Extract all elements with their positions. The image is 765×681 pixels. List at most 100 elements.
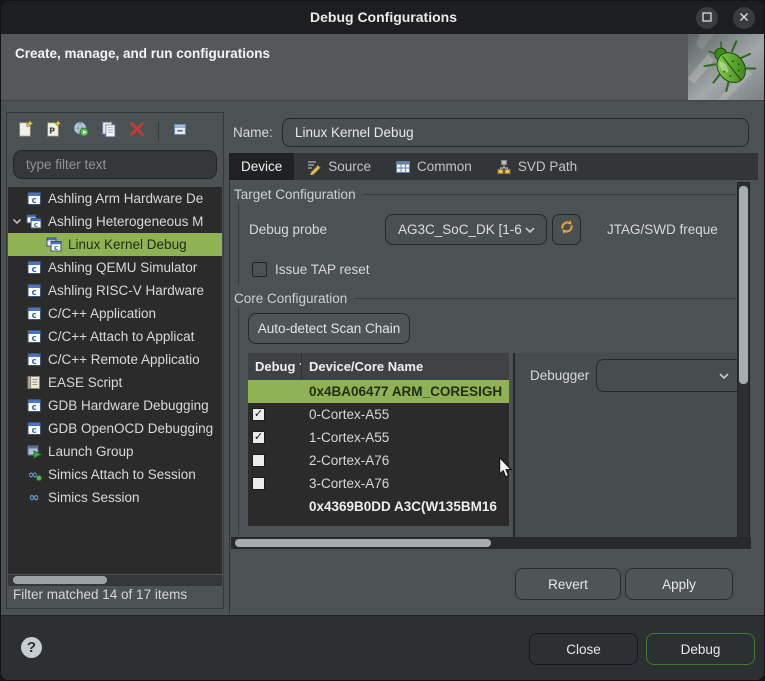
tab-source[interactable]: Source <box>294 153 383 180</box>
tree-item-label: Simics Session <box>48 490 140 505</box>
issue-tap-reset-label: Issue TAP reset <box>275 262 370 277</box>
filter-input[interactable] <box>13 150 217 179</box>
svg-text:c: c <box>32 311 37 321</box>
tree-item-launch-group[interactable]: Launch Group <box>8 440 222 463</box>
device-core-name-cell: 2-Cortex-A76 <box>302 449 509 472</box>
content-horizontal-scrollbar[interactable] <box>231 537 751 549</box>
tree-item-simics-session[interactable]: ∞Simics Session <box>8 486 222 509</box>
core-debug-checkbox[interactable] <box>252 454 265 467</box>
tree-item-label: C/C++ Application <box>48 306 156 321</box>
tree-item-simics-attach-to-session[interactable]: ∞Simics Attach to Session <box>8 463 222 486</box>
collapse-all-button[interactable] <box>170 121 190 141</box>
revert-button[interactable]: Revert <box>515 568 621 600</box>
apply-button[interactable]: Apply <box>625 568 733 600</box>
tree-scrollbar-thumb[interactable] <box>13 576 107 584</box>
maximize-button[interactable] <box>696 7 718 29</box>
table-row-0x4369b0dd-a3c-w135bm16[interactable]: 0x4369B0DD A3C(W135BM16 <box>248 495 509 518</box>
table-row-2-cortex-a76[interactable]: 2-Cortex-A76 <box>248 449 509 472</box>
core-debug-checkbox[interactable]: ✓ <box>252 408 265 421</box>
tree-item-c-c-remote-applicatio[interactable]: cC/C++ Remote Applicatio <box>8 348 222 371</box>
new-prototype-icon: P <box>44 120 62 143</box>
tab-label: Device <box>241 159 282 174</box>
debugger-select[interactable] <box>596 359 741 392</box>
refresh-probes-button[interactable] <box>552 214 581 245</box>
delete-button[interactable] <box>127 121 147 141</box>
vertical-scrollbar-thumb[interactable] <box>739 186 748 384</box>
tree-item-label: Launch Group <box>48 444 134 459</box>
chevron-down-icon <box>524 222 536 237</box>
common-icon <box>395 159 411 175</box>
tree-item-label: GDB OpenOCD Debugging <box>48 421 213 436</box>
debug-checkbox-cell <box>248 380 302 403</box>
group-border <box>238 203 239 285</box>
device-core-name-cell: 0x4369B0DD A3C(W135BM16 <box>302 495 509 518</box>
column-device-core-name[interactable]: Device/Core Name <box>302 353 509 380</box>
tree-item-ashling-arm-hardware-de[interactable]: cAshling Arm Hardware De <box>8 187 222 210</box>
new-configuration-button[interactable] <box>15 121 35 141</box>
tree-item-label: C/C++ Remote Applicatio <box>48 352 200 367</box>
tree-item-ashling-risc-v-hardware[interactable]: cAshling RISC-V Hardware <box>8 279 222 302</box>
svg-text:c: c <box>34 221 38 229</box>
close-button[interactable] <box>733 7 755 29</box>
table-row-0-cortex-a55[interactable]: ✓0-Cortex-A55 <box>248 403 509 426</box>
expander-chevron-icon[interactable] <box>8 218 26 225</box>
svg-text:c: c <box>32 426 37 436</box>
new-prototype-button[interactable]: P <box>43 121 63 141</box>
export-button[interactable] <box>71 121 91 141</box>
c-application-icon: c <box>26 306 42 321</box>
debug-probe-value: AG3C_SoC_DK [1-6 <box>398 222 524 237</box>
core-debug-checkbox[interactable] <box>252 477 265 490</box>
close-icon <box>739 9 749 27</box>
core-debug-checkbox[interactable]: ✓ <box>252 431 265 444</box>
content-vertical-scrollbar[interactable] <box>737 182 750 545</box>
core-table-body: 0x4BA06477 ARM_CORESIGH✓0-Cortex-A55✓1-C… <box>248 380 509 518</box>
tree-item-ease-script[interactable]: EASE Script <box>8 371 222 394</box>
table-row-3-cortex-a76[interactable]: 3-Cortex-A76 <box>248 472 509 495</box>
name-input[interactable] <box>282 118 749 147</box>
c-application-icon: c <box>26 329 42 344</box>
footer: ? Close Debug <box>1 615 765 681</box>
tree-item-c-c-application[interactable]: c C/C++ Application <box>8 302 222 325</box>
configurations-tree: cAshling Arm Hardware DecAshling Heterog… <box>8 187 222 574</box>
core-configuration-title: Core Configuration <box>234 291 347 306</box>
new-configuration-icon <box>16 120 34 143</box>
tree-item-gdb-openocd-debugging[interactable]: c GDB OpenOCD Debugging <box>8 417 222 440</box>
device-core-name-cell: 1-Cortex-A55 <box>302 426 509 449</box>
source-icon <box>306 159 322 175</box>
collapse-all-icon <box>171 120 189 143</box>
duplicate-button[interactable] <box>99 121 119 141</box>
target-configuration-group: Target Configuration <box>234 187 736 202</box>
table-row-0x4ba06477-arm-coresigh[interactable]: 0x4BA06477 ARM_CORESIGH <box>248 380 509 403</box>
tab-device[interactable]: Device <box>229 153 294 180</box>
close-dialog-button[interactable]: Close <box>529 633 638 665</box>
configurations-panel: P cAshling Arm Hardware DecAshling Heter… <box>6 112 224 609</box>
debug-configurations-dialog: Debug Configurations Create, manage, and… <box>0 0 765 681</box>
titlebar[interactable]: Debug Configurations <box>1 1 765 34</box>
debug-probe-select[interactable]: AG3C_SoC_DK [1-6 <box>385 214 547 245</box>
script-icon <box>26 375 42 390</box>
issue-tap-reset-checkbox[interactable] <box>252 262 267 277</box>
tab-common[interactable]: Common <box>383 153 484 180</box>
autodetect-scan-chain-button[interactable]: Auto-detect Scan Chain <box>248 313 410 344</box>
tree-item-label: GDB Hardware Debugging <box>48 398 209 413</box>
tree-item-ashling-heterogeneous-m[interactable]: cAshling Heterogeneous M <box>8 210 222 233</box>
help-button[interactable]: ? <box>21 637 42 658</box>
core-table: Debug ? Device/Core Name 0x4BA06477 ARM_… <box>248 353 509 526</box>
multi-core-icon: c <box>26 214 42 229</box>
tree-item-ashling-qemu-simulator[interactable]: cAshling QEMU Simulator <box>8 256 222 279</box>
tab-label: Common <box>417 159 472 174</box>
tab-label: Source <box>328 159 371 174</box>
debug-run-button[interactable]: Debug <box>646 633 755 665</box>
tab-svd-path[interactable]: SVD Path <box>484 153 589 180</box>
launch-group-icon <box>26 444 42 459</box>
horizontal-scrollbar-thumb[interactable] <box>235 539 491 547</box>
tree-item-linux-kernel-debug[interactable]: cLinux Kernel Debug <box>8 233 222 256</box>
toolbar-separator <box>158 122 159 140</box>
column-debug[interactable]: Debug ? <box>248 353 302 380</box>
c-application-icon: c <box>26 398 42 413</box>
tree-item-gdb-hardware-debugging[interactable]: c GDB Hardware Debugging <box>8 394 222 417</box>
tree-horizontal-scrollbar[interactable] <box>8 575 222 586</box>
target-configuration-title: Target Configuration <box>234 187 356 202</box>
tree-item-c-c-attach-to-applicat[interactable]: cC/C++ Attach to Applicat <box>8 325 222 348</box>
table-row-1-cortex-a55[interactable]: ✓ 1-Cortex-A55 <box>248 426 509 449</box>
